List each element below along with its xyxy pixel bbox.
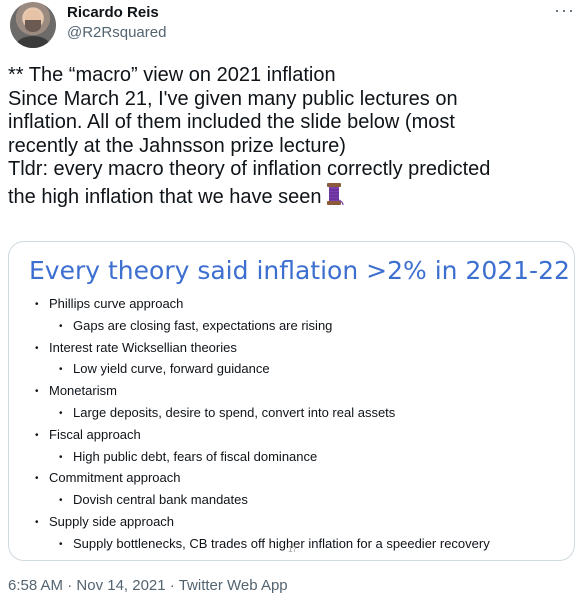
slide-bullet-heading: • Phillips curve approach: [35, 294, 555, 316]
avatar-beard: [25, 20, 41, 32]
slide-title: Every theory said inflation >2% in 2021-…: [29, 256, 570, 285]
bullet-dot-icon: •: [35, 516, 39, 528]
slide-bullet-heading-text: Supply side approach: [49, 513, 175, 529]
bullet-dot-icon: •: [35, 429, 39, 441]
slide-bullet-detail-text: Supply bottlenecks, CB trades off higher…: [73, 535, 490, 551]
tweet-header: Ricardo Reis @R2Rsquared ···: [8, 0, 575, 48]
slide-bullet-detail: • Large deposits, desire to spend, conver…: [35, 403, 555, 425]
bullet-dot-icon: •: [59, 320, 63, 332]
slide-bullet-detail: • Low yield curve, forward guidance: [35, 359, 555, 381]
slide-bullet-heading-text: Monetarism: [49, 383, 117, 399]
slide-image[interactable]: Every theory said inflation >2% in 2021-…: [8, 241, 575, 561]
slide-bullet-heading: • Monetarism: [35, 381, 555, 403]
bullet-dot-icon: •: [35, 342, 39, 354]
avatar[interactable]: [10, 2, 56, 48]
more-options-icon[interactable]: ···: [554, 0, 575, 21]
avatar-shirt: [16, 36, 50, 48]
bullet-dot-icon: •: [59, 407, 63, 419]
tweet-source[interactable]: Twitter Web App: [179, 577, 288, 594]
tweet-time[interactable]: 6:58 AM: [8, 577, 63, 594]
meta-separator: ·: [67, 577, 73, 594]
bullet-dot-icon: •: [59, 538, 63, 550]
meta-separator: ·: [169, 577, 175, 594]
slide-bullets: • Phillips curve approach • Gaps are closin…: [35, 294, 555, 556]
slide-page-number: 17: [288, 545, 297, 554]
slide-bullet-heading: • Supply side approach: [35, 512, 555, 534]
spool-of-thread-icon: [324, 182, 344, 213]
tweet-date[interactable]: Nov 14, 2021: [76, 577, 165, 594]
bullet-dot-icon: •: [59, 451, 63, 463]
author-handle[interactable]: @R2Rsquared: [67, 24, 166, 42]
slide-bullet-heading-text: Commitment approach: [49, 470, 181, 486]
slide-bullet-detail: • Dovish central bank mandates: [35, 490, 555, 512]
bullet-dot-icon: •: [35, 473, 39, 485]
slide-bullet-detail-text: Dovish central bank mandates: [73, 492, 248, 508]
bullet-dot-icon: •: [35, 299, 39, 310]
tweet-meta: 6:58 AM · Nov 14, 2021 · Twitter Web App: [8, 577, 288, 594]
slide-bullet-heading: • Interest rate Wicksellian theories: [35, 338, 555, 360]
slide-bullet-heading-text: Fiscal approach: [49, 426, 141, 442]
tweet-body: ** The “macro” view on 2021 inflation Si…: [8, 64, 491, 208]
slide-bullet-heading-text: Phillips curve approach: [49, 296, 184, 311]
author-name[interactable]: Ricardo Reis: [67, 4, 159, 22]
slide-bullet-detail-text: Low yield curve, forward guidance: [73, 361, 270, 377]
slide-bullet-detail-text: Gaps are closing fast, expectations are …: [73, 317, 333, 333]
slide-bullet-heading: • Commitment approach: [35, 468, 555, 490]
slide-bullet-detail-text: High public debt, fears of fiscal domina…: [73, 448, 318, 464]
slide-bullet-detail-text: Large deposits, desire to spend, convert…: [73, 404, 396, 420]
slide-bullet-heading: • Fiscal approach: [35, 425, 555, 447]
slide-bullet-heading-text: Interest rate Wicksellian theories: [49, 339, 237, 355]
slide-bullet-detail: • High public debt, fears of fiscal domin…: [35, 447, 555, 469]
bullet-dot-icon: •: [35, 386, 39, 398]
slide-bullet-detail: • Gaps are closing fast, expectations are…: [35, 316, 555, 338]
tweet-text: ** The “macro” view on 2021 inflation Si…: [8, 64, 583, 213]
bullet-dot-icon: •: [59, 495, 63, 507]
bullet-dot-icon: •: [59, 364, 63, 376]
